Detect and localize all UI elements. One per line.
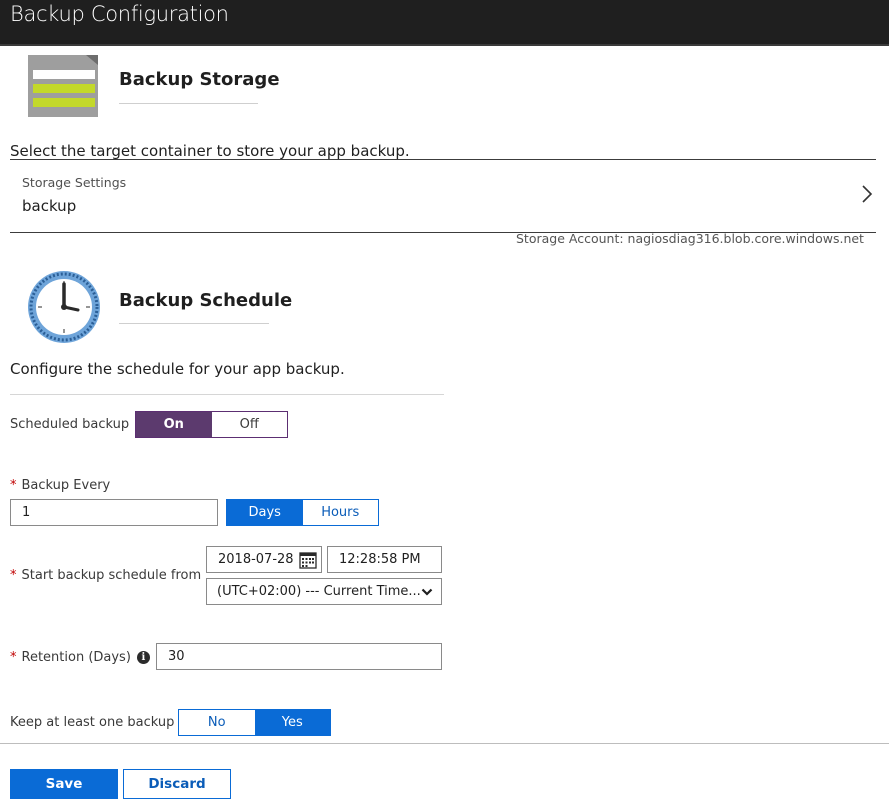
keep-one-no[interactable]: No	[179, 710, 255, 735]
scheduled-backup-on[interactable]: On	[136, 412, 212, 437]
window-title: Backup Configuration	[10, 2, 229, 26]
calendar-icon[interactable]	[299, 551, 317, 569]
backup-every-input[interactable]: 1	[10, 499, 218, 526]
start-time-input[interactable]: 12:28:58 PM	[327, 546, 442, 573]
clock-icon	[26, 269, 102, 345]
divider	[10, 394, 444, 395]
discard-button[interactable]: Discard	[123, 769, 231, 799]
start-schedule-label: * Start backup schedule from	[10, 568, 202, 583]
storage-description: Select the target container to store you…	[10, 142, 410, 160]
timezone-value: (UTC+02:00) --- Current Time...	[217, 584, 421, 599]
storage-settings-value: backup	[22, 197, 77, 215]
unit-hours[interactable]: Hours	[302, 500, 378, 525]
schedule-description: Configure the schedule for your app back…	[10, 360, 345, 378]
backup-every-unit-toggle[interactable]: Days Hours	[226, 499, 379, 526]
schedule-heading-underline	[119, 323, 269, 324]
storage-icon	[28, 55, 98, 117]
retention-label: * Retention (Days) i	[10, 650, 150, 665]
chevron-down-icon	[421, 586, 433, 598]
start-date-value: 2018-07-28	[218, 552, 294, 567]
storage-heading-underline	[119, 103, 258, 104]
scheduled-backup-toggle[interactable]: On Off	[135, 411, 288, 438]
keep-one-backup-label: Keep at least one backup	[10, 715, 175, 730]
save-button[interactable]: Save	[10, 769, 118, 799]
retention-input[interactable]: 30	[156, 643, 442, 670]
footer-divider	[0, 743, 889, 744]
chevron-right-icon[interactable]	[858, 184, 876, 204]
keep-one-yes[interactable]: Yes	[254, 710, 330, 735]
required-marker: *	[10, 478, 17, 493]
required-marker: *	[10, 650, 17, 665]
unit-days[interactable]: Days	[227, 500, 303, 525]
required-marker: *	[10, 568, 17, 583]
keep-one-backup-toggle[interactable]: No Yes	[178, 709, 331, 736]
storage-account-caption: Storage Account: nagiosdiag316.blob.core…	[516, 231, 864, 246]
backup-every-label: * Backup Every	[10, 478, 111, 493]
title-bar: Backup Configuration	[0, 0, 889, 46]
storage-heading: Backup Storage	[119, 69, 280, 90]
storage-settings-label: Storage Settings	[22, 175, 127, 190]
info-icon[interactable]: i	[136, 651, 150, 664]
timezone-select[interactable]: (UTC+02:00) --- Current Time...	[206, 578, 442, 605]
storage-settings-row[interactable]: Storage Settings backup	[10, 160, 876, 232]
scheduled-backup-label: Scheduled backup	[10, 417, 130, 432]
scheduled-backup-off[interactable]: Off	[211, 412, 287, 437]
schedule-heading: Backup Schedule	[119, 290, 293, 311]
